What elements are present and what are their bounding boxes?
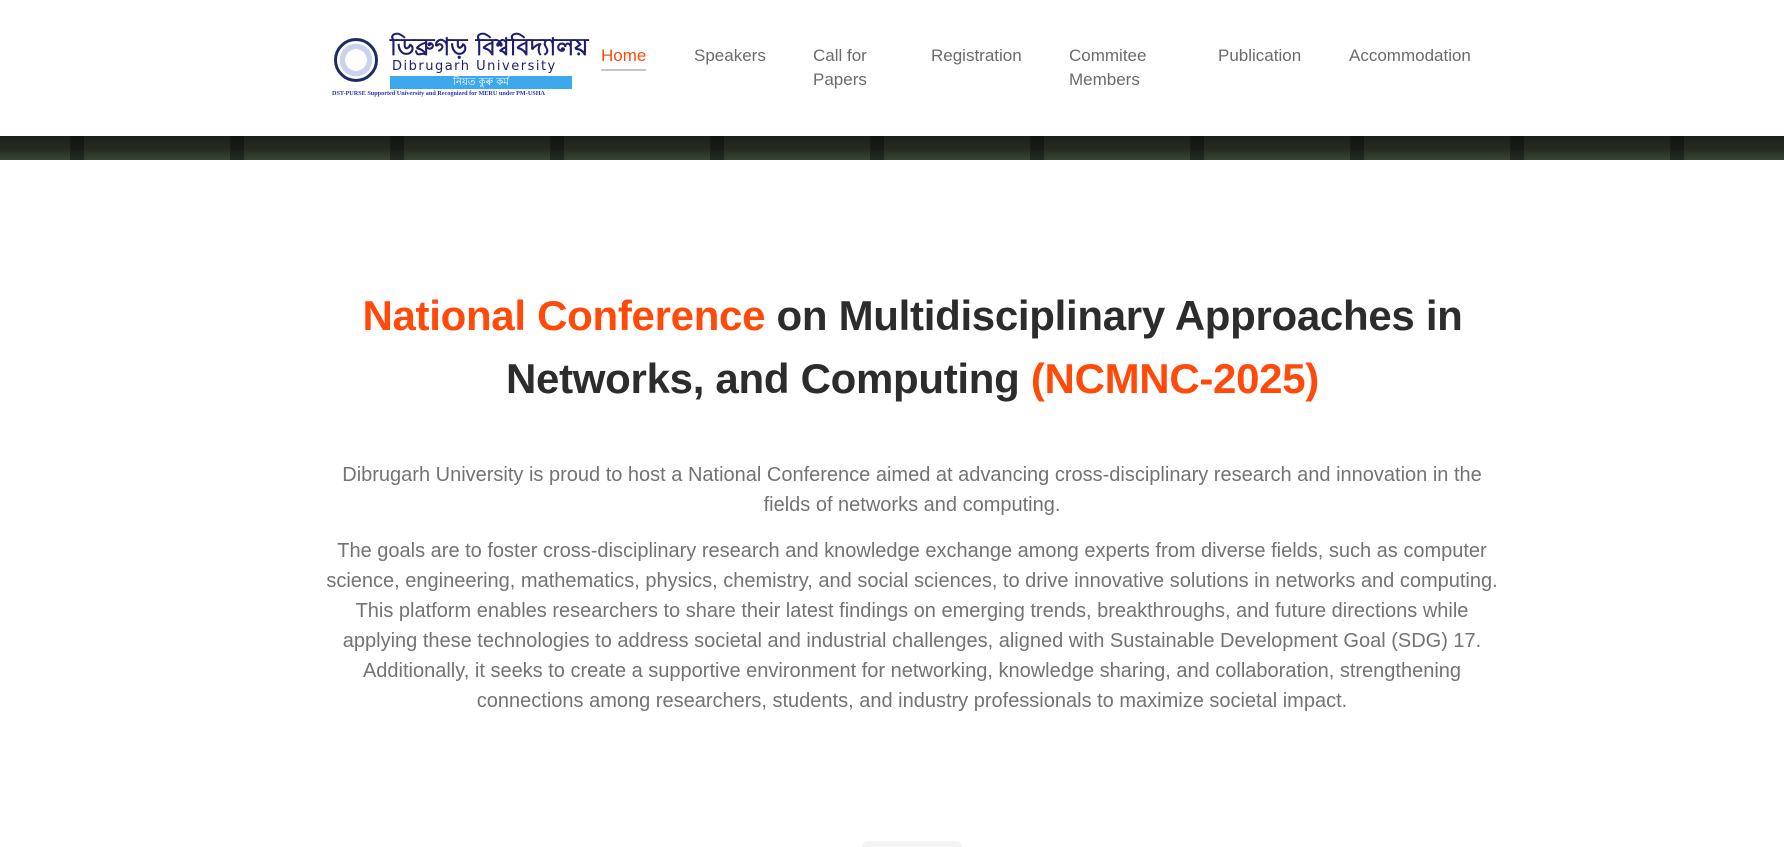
nav-publication[interactable]: Publication xyxy=(1218,44,1301,68)
logo-english-name: Dibrugarh University xyxy=(392,59,557,74)
site-header: ডিব্ৰুগড় বিশ্ববিদ্যালয় Dibrugarh Unive… xyxy=(0,0,1784,136)
university-logo[interactable]: ডিব্ৰুগড় বিশ্ববিদ্যালয় Dibrugarh Unive… xyxy=(330,34,588,100)
title-accent-acronym: (NCMNC-2025) xyxy=(1030,355,1319,402)
nav-call-for-papers-label-line2: Papers xyxy=(813,70,867,89)
logo-motto: নিয়ত কুৰু কৰ্ম xyxy=(390,76,572,89)
goals-paragraph: The goals are to foster cross-disciplina… xyxy=(326,540,1498,712)
nav-call-for-papers-label-line1: Call for xyxy=(813,46,867,65)
nav-committee-members-label-line1: Commitee xyxy=(1069,46,1147,65)
logo-bengali-name: ডিব্ৰুগড় বিশ্ববিদ্যালয় xyxy=(390,33,589,61)
intro-paragraph: Dibrugarh University is proud to host a … xyxy=(342,464,1482,516)
nav-registration-label: Registration xyxy=(931,46,1022,65)
logo-tagline: DST-PURSE Supported University and Recog… xyxy=(332,90,546,97)
university-seal-icon xyxy=(334,38,378,82)
nav-home-label: Home xyxy=(601,46,647,65)
nav-home[interactable]: Home xyxy=(601,44,646,71)
nav-committee-members[interactable]: Commitee Members xyxy=(1069,44,1146,92)
title-accent-national-conference: National Conference xyxy=(362,292,766,339)
nav-accommodation-label: Accommodation xyxy=(1349,46,1471,65)
conference-title: National Conference on Multidisciplinary… xyxy=(300,284,1525,410)
nav-call-for-papers[interactable]: Call for Papers xyxy=(813,44,867,92)
nav-speakers-label: Speakers xyxy=(694,46,766,65)
nav-registration[interactable]: Registration xyxy=(931,44,1022,68)
nav-publication-label: Publication xyxy=(1218,46,1302,65)
scroll-indicator xyxy=(862,841,962,847)
nav-speakers[interactable]: Speakers xyxy=(694,44,766,68)
nav-accommodation[interactable]: Accommodation xyxy=(1349,44,1471,68)
nav-committee-members-label-line2: Members xyxy=(1069,70,1140,89)
hero-banner-image xyxy=(0,136,1784,160)
